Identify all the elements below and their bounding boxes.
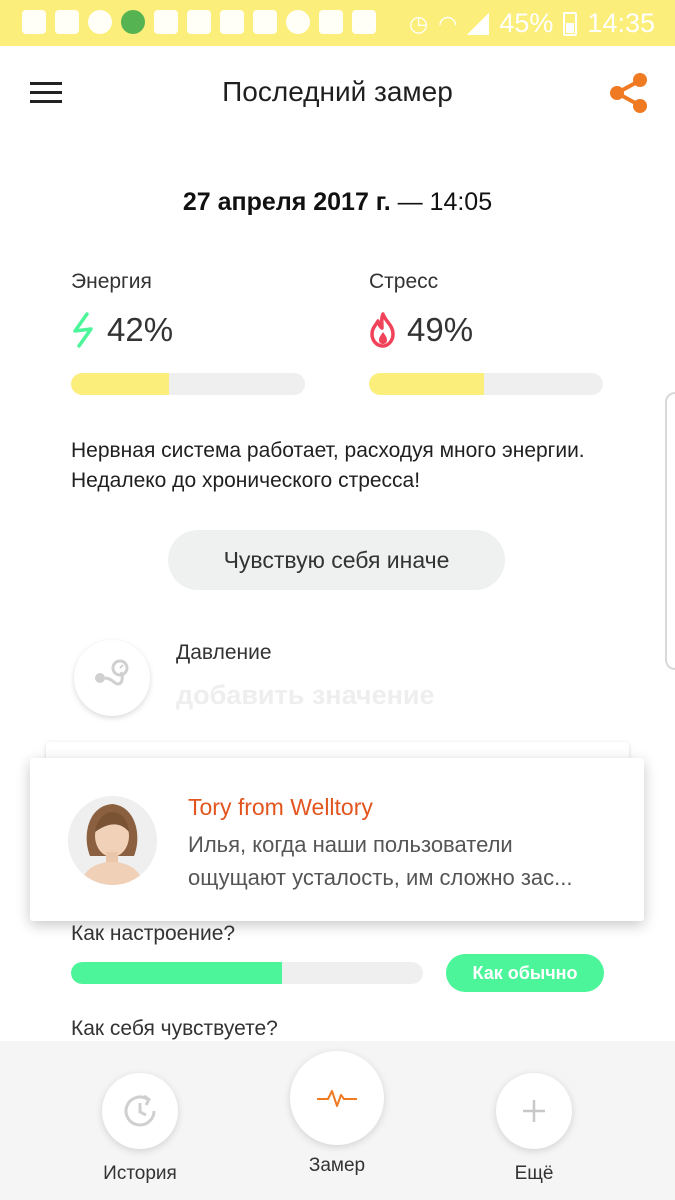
notification-icon xyxy=(154,10,178,34)
energy-metric: Энергия 42% xyxy=(71,270,307,395)
battery-icon xyxy=(563,11,578,36)
mood-usual-button[interactable]: Как обычно xyxy=(446,954,604,992)
pressure-add-button[interactable] xyxy=(74,640,150,716)
stress-label: Стресс xyxy=(369,270,439,293)
fire-icon xyxy=(370,312,395,348)
nav-measure-label: Замер xyxy=(308,1155,366,1176)
nav-measure[interactable]: Замер xyxy=(277,1051,397,1177)
avatar xyxy=(68,796,157,885)
nav-more[interactable]: Ещё xyxy=(474,1073,594,1185)
nav-more-label: Ещё xyxy=(514,1163,554,1184)
mood-label: Как настроение? xyxy=(71,922,236,945)
energy-bar xyxy=(71,373,305,395)
nav-history-label: История xyxy=(103,1163,177,1184)
feel-differently-button[interactable]: Чувствую себя иначе xyxy=(168,530,505,590)
chat-icon xyxy=(22,10,46,34)
app-icon xyxy=(121,10,145,34)
status-right: ◷ ◠ 45% 14:35 xyxy=(409,8,655,39)
clock: 14:35 xyxy=(587,8,655,38)
mail-icon xyxy=(253,10,277,34)
stress-metric: Стресс 49% xyxy=(369,270,605,395)
date-text: 27 апреля 2017 г. xyxy=(182,188,391,216)
blood-pressure-icon xyxy=(95,659,129,686)
wifi-icon: ◠ xyxy=(438,10,458,36)
share-icon[interactable] xyxy=(606,70,652,116)
page-title: Последний замер xyxy=(222,76,453,107)
lightning-icon xyxy=(73,312,93,348)
notification-icons xyxy=(22,10,376,34)
nav-history[interactable]: История xyxy=(80,1073,200,1185)
bottom-nav: История Замер Ещё xyxy=(0,1041,675,1200)
chat-notification-card[interactable]: Tory from Welltory Илья, когда наши поль… xyxy=(30,758,644,921)
mood-bar-fill xyxy=(71,962,283,984)
notification-icon xyxy=(55,10,79,34)
plus-icon xyxy=(523,1100,545,1122)
alarm-icon: ◷ xyxy=(408,10,429,36)
sender-name: Tory from Welltory xyxy=(188,794,373,820)
history-icon xyxy=(124,1094,156,1127)
signal-icon xyxy=(467,12,490,35)
sync-icon xyxy=(286,10,310,34)
measure-button[interactable] xyxy=(290,1051,384,1145)
add-user-icon xyxy=(220,10,244,34)
stress-value: 49% xyxy=(407,311,474,348)
mood-bar[interactable] xyxy=(71,962,423,984)
heartbeat-icon xyxy=(317,1090,357,1107)
time-text: — 14:05 xyxy=(390,188,493,216)
app-header: Последний замер xyxy=(0,46,675,142)
state-description: Нервная система работает, расходуя много… xyxy=(71,439,585,492)
energy-label: Энергия xyxy=(71,270,152,293)
measurement-date: 27 апреля 2017 г. — 14:05 xyxy=(0,188,675,217)
calendar-icon xyxy=(187,10,211,34)
phone-icon xyxy=(88,10,112,34)
energy-bar-fill xyxy=(71,373,170,395)
add-user-icon xyxy=(352,10,376,34)
history-button[interactable] xyxy=(102,1073,178,1149)
pressure-add-value[interactable]: добавить значение xyxy=(176,680,435,711)
scroll-edge-handle[interactable] xyxy=(665,392,675,670)
status-bar: ◷ ◠ 45% 14:35 xyxy=(0,0,675,46)
energy-value: 42% xyxy=(107,311,174,348)
more-button[interactable] xyxy=(496,1073,572,1149)
stress-bar-fill xyxy=(369,373,484,395)
stress-bar xyxy=(369,373,603,395)
feeling-label: Как себя чувствуете? xyxy=(71,1017,278,1040)
news-icon xyxy=(319,10,343,34)
pressure-label: Давление xyxy=(176,641,272,664)
message-preview: Илья, когда наши пользователи ощущают ус… xyxy=(188,832,573,890)
battery-percent: 45% xyxy=(499,8,554,38)
